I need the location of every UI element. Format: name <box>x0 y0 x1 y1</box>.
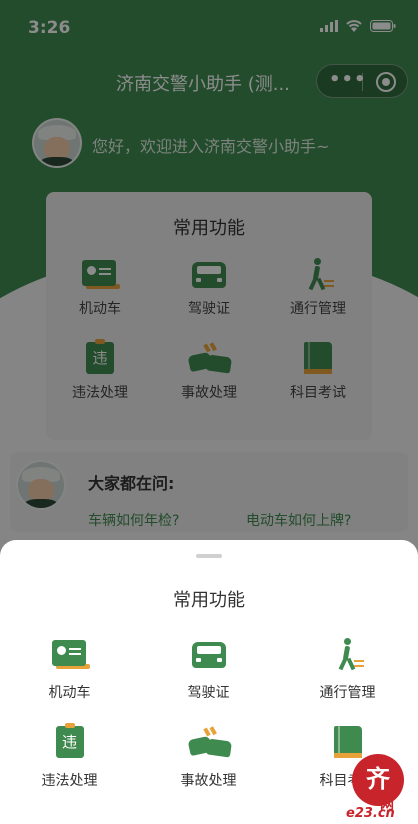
walker-icon <box>328 636 368 672</box>
book-icon <box>328 724 368 760</box>
sheet-item-label: 驾驶证 <box>187 685 230 701</box>
id-card-icon <box>50 636 90 672</box>
sheet-item-label: 机动车 <box>48 685 91 701</box>
sheet-item-license[interactable]: 驾驶证 <box>139 636 278 702</box>
sheet-item-accident[interactable]: 事故处理 <box>139 724 278 790</box>
sheet-item-label: 违法处理 <box>41 773 98 789</box>
sheet-item-label: 通行管理 <box>319 685 376 701</box>
sheet-item-traffic[interactable]: 通行管理 <box>278 636 417 702</box>
sheet-item-label: 事故处理 <box>180 773 237 789</box>
sheet-item-violation[interactable]: 违 违法处理 <box>0 723 139 790</box>
car-icon <box>189 636 229 672</box>
watermark-logo: 齐 <box>352 754 404 806</box>
accident-icon <box>187 724 232 760</box>
sheet-title: 常用功能 <box>173 590 245 611</box>
violation-icon: 违 <box>50 723 90 760</box>
watermark-url: e23.cn <box>346 806 395 821</box>
sheet-drag-handle[interactable] <box>196 554 222 558</box>
sheet-item-vehicle[interactable]: 机动车 <box>0 636 139 702</box>
